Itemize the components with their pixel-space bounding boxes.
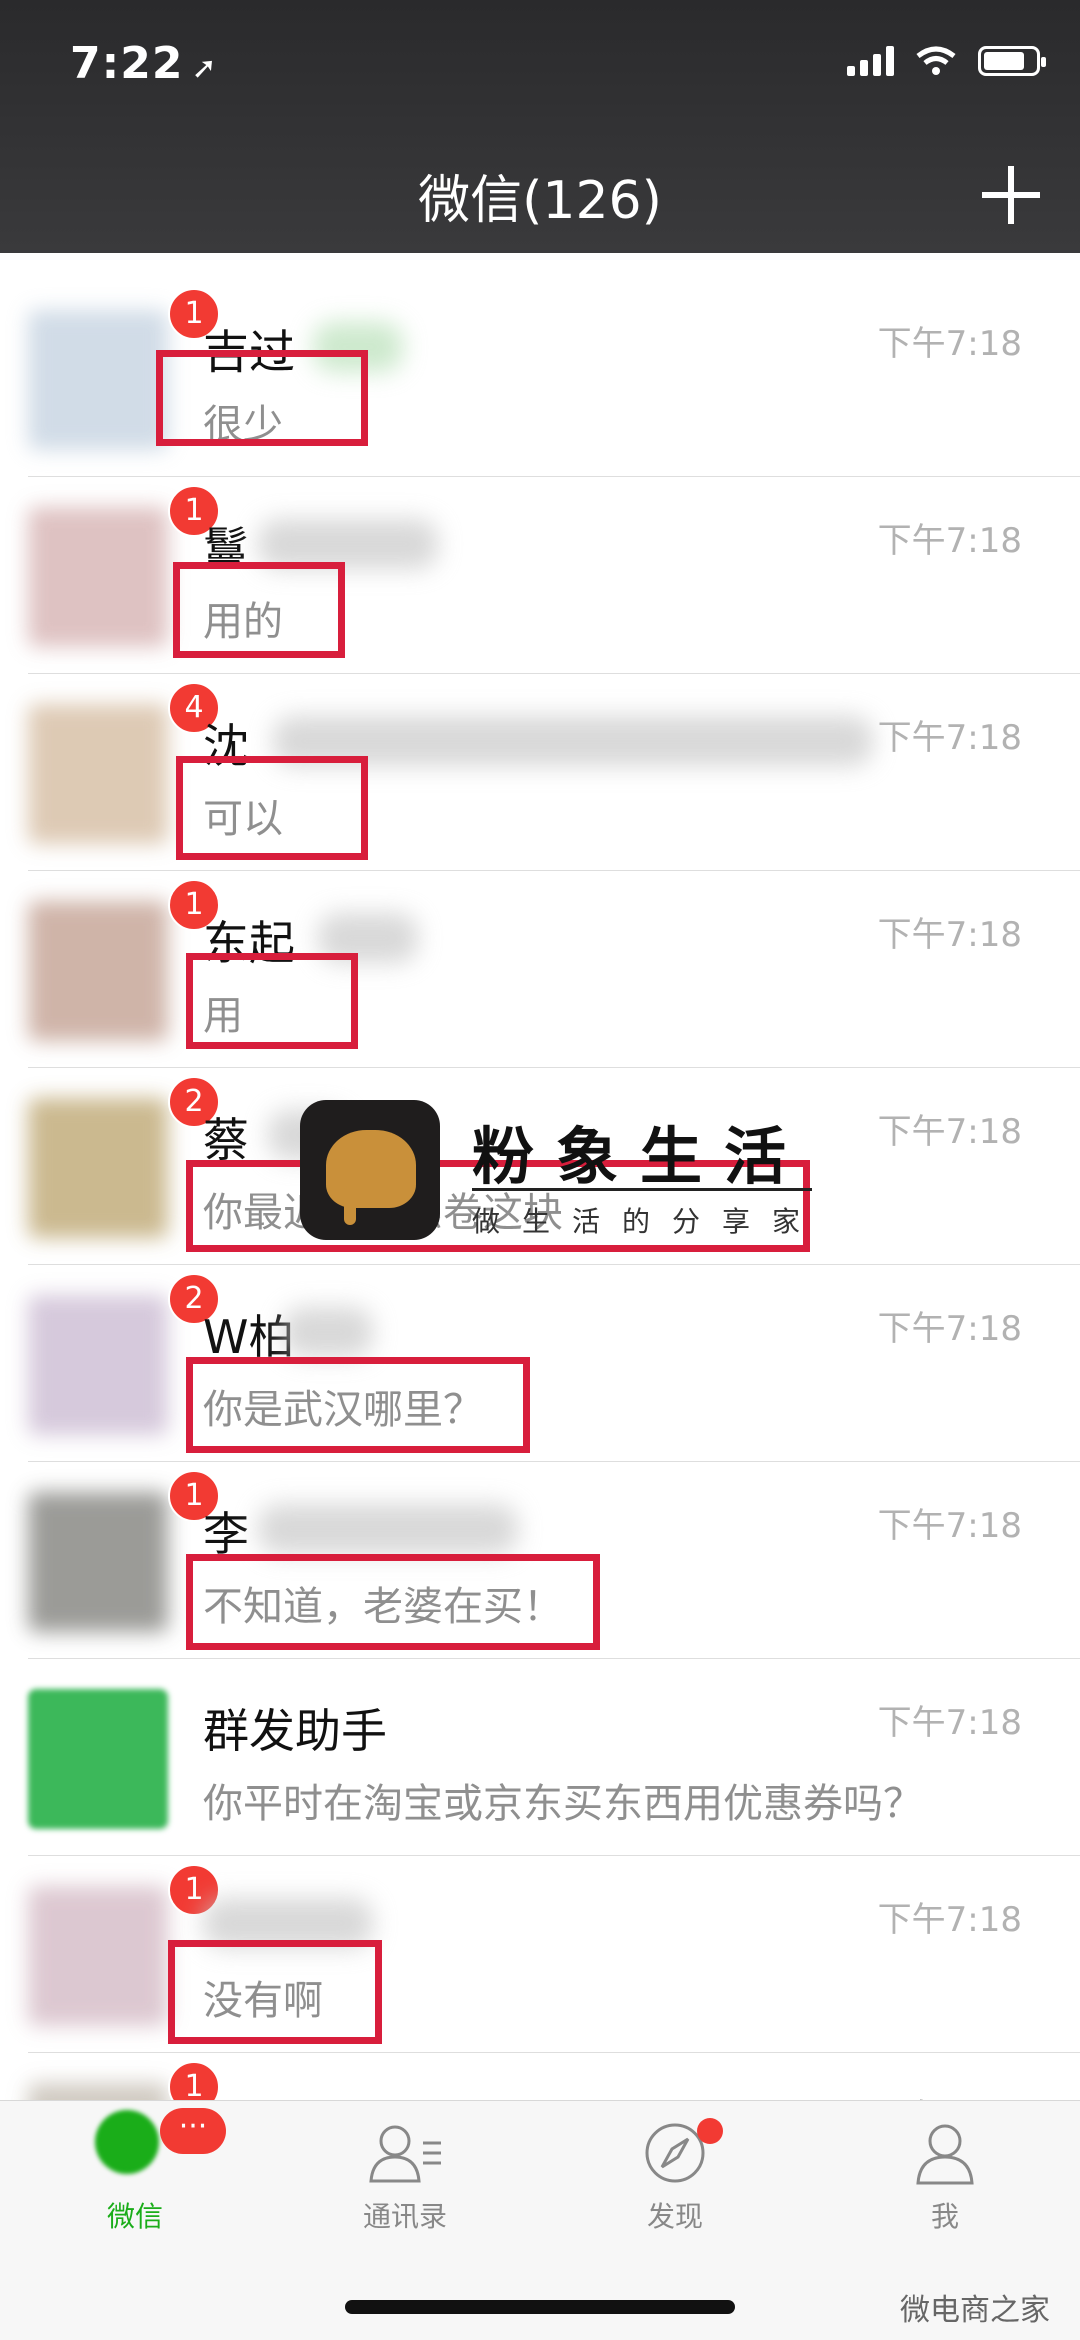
redacted-name <box>283 1307 373 1357</box>
avatar <box>28 1295 168 1435</box>
chat-row[interactable]: 4 沈 可以 下午7:18 <box>28 674 1080 871</box>
status-time-text: 7:22 <box>70 38 184 89</box>
highlight-box <box>186 1357 530 1453</box>
watermark-title: 粉象生活 <box>472 1120 809 1193</box>
chat-preview: 你平时在淘宝或京东买东西用优惠券吗？ <box>203 1781 923 1827</box>
watermark-divider <box>472 1188 812 1191</box>
chat-list: 1 吉过 很少 下午7:18 1 鬘 用的 下午7:18 4 沈 可以 下午7:… <box>0 280 1080 2250</box>
chat-time: 下午7:18 <box>877 1506 1022 1546</box>
wifi-icon <box>916 46 956 75</box>
tab-chats-label: 微信 <box>106 2200 163 2233</box>
chat-time: 下午7:18 <box>877 324 1022 364</box>
chat-name: 群发助手 <box>203 1704 387 1758</box>
signal-icon <box>847 46 894 76</box>
chat-row[interactable]: 1 没有啊 下午7:18 <box>28 1856 1080 2053</box>
chat-time: 下午7:18 <box>877 1112 1022 1152</box>
chat-time: 下午7:18 <box>877 1900 1022 1940</box>
highlight-box <box>186 953 358 1049</box>
tab-discover[interactable]: 发现 <box>575 2121 775 2235</box>
contacts-icon <box>369 2125 441 2183</box>
status-icons <box>847 46 1046 76</box>
chat-time: 下午7:18 <box>877 1309 1022 1349</box>
tab-me-label: 我 <box>930 2200 959 2233</box>
chat-bubble-icon <box>95 2110 159 2174</box>
source-watermark: 微电商之家 <box>900 2293 1050 2328</box>
avatar <box>28 901 168 1041</box>
highlight-box <box>173 562 345 658</box>
avatar <box>28 310 168 450</box>
chat-row[interactable]: 群发助手 你平时在淘宝或京东买东西用优惠券吗？ 下午7:18 <box>28 1659 1080 1856</box>
chat-time: 下午7:18 <box>877 915 1022 955</box>
chats-unread-badge: ··· <box>160 2108 226 2154</box>
discover-red-dot <box>697 2118 723 2144</box>
avatar <box>28 1689 168 1829</box>
profile-icon <box>916 2124 974 2185</box>
top-navigation-bar: 7:22 ➚ 微信(126) <box>0 0 1080 253</box>
chat-row[interactable]: 1 东起 用 下午7:18 <box>28 871 1080 1068</box>
chat-time: 下午7:18 <box>877 1703 1022 1743</box>
status-time: 7:22 ➚ <box>70 38 218 89</box>
highlight-box <box>186 1554 600 1650</box>
tab-discover-label: 发现 <box>646 2200 703 2233</box>
avatar <box>28 1886 168 2026</box>
add-plus-button[interactable] <box>982 166 1040 224</box>
page-title: 微信(126) <box>418 171 662 231</box>
avatar <box>28 704 168 844</box>
home-indicator[interactable] <box>345 2300 735 2314</box>
chat-time: 下午7:18 <box>877 718 1022 758</box>
battery-icon <box>978 46 1046 76</box>
chat-row[interactable]: 2 W柏 你是武汉哪里？ 下午7:18 <box>28 1265 1080 1462</box>
location-arrow-icon: ➚ <box>191 51 218 86</box>
avatar <box>28 1492 168 1632</box>
tab-me[interactable]: 我 <box>845 2121 1045 2235</box>
highlight-box <box>176 756 368 860</box>
brand-watermark: 粉象生活 做生活的分享家 <box>300 1100 840 1250</box>
tab-contacts[interactable]: 通讯录 <box>305 2121 505 2235</box>
elephant-logo-icon <box>300 1100 440 1240</box>
tab-contacts-label: 通讯录 <box>362 2200 447 2233</box>
highlight-box <box>156 350 368 446</box>
chat-row[interactable]: 1 吉过 很少 下午7:18 <box>28 280 1080 477</box>
chat-time: 下午7:18 <box>877 521 1022 561</box>
chat-row[interactable]: 1 李 不知道，老婆在买！ 下午7:18 <box>28 1462 1080 1659</box>
chat-row[interactable]: 1 鬘 用的 下午7:18 <box>28 477 1080 674</box>
redacted-name <box>258 1504 518 1554</box>
avatar <box>28 1098 168 1238</box>
highlight-box <box>168 1940 382 2044</box>
watermark-subtitle: 做生活的分享家 <box>472 1205 823 1238</box>
avatar <box>28 507 168 647</box>
